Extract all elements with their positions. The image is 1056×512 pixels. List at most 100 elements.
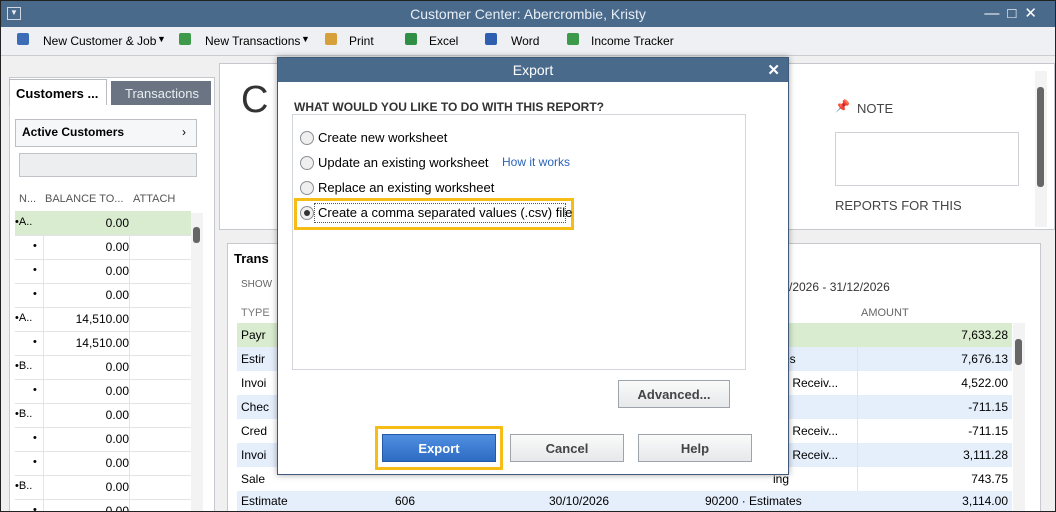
- radio-button[interactable]: [300, 131, 314, 145]
- pin-icon: 📌: [835, 99, 850, 113]
- col-balance[interactable]: BALANCE TO...: [45, 193, 123, 205]
- row-date: 30/10/2026: [549, 494, 610, 508]
- divider: [43, 427, 44, 451]
- row-num: 606: [395, 494, 416, 508]
- list-item[interactable]: • 0.00: [15, 499, 191, 512]
- row-name: •B..: [15, 480, 33, 492]
- col-type[interactable]: TYPE: [241, 307, 270, 319]
- export-dialog: Export ✕ WHAT WOULD YOU LIKE TO DO WITH …: [277, 57, 789, 475]
- advanced-button[interactable]: Advanced...: [618, 380, 730, 408]
- chevron-down-icon[interactable]: ▼: [301, 34, 310, 44]
- app-window: ▼ Customer Center: Abercrombie, Kristy —…: [0, 0, 1056, 512]
- tab-transactions[interactable]: Transactions: [111, 81, 211, 105]
- divider: [857, 395, 858, 419]
- cancel-button[interactable]: Cancel: [510, 434, 624, 462]
- row-balance: 14,510.00: [75, 336, 129, 350]
- transactions-scrollbar[interactable]: [1013, 323, 1025, 511]
- close-icon[interactable]: ✕: [767, 61, 780, 79]
- radio-button[interactable]: [300, 181, 314, 195]
- scroll-thumb[interactable]: [1037, 87, 1044, 187]
- col-amount[interactable]: AMOUNT: [861, 307, 909, 319]
- customer-name-heading: C: [241, 79, 269, 121]
- how-it-works-link[interactable]: How it works: [502, 155, 570, 169]
- row-name: •: [33, 240, 37, 252]
- toolbar: New Customer & Job ▼ New Transactions ▼ …: [1, 27, 1055, 56]
- help-button[interactable]: Help: [638, 434, 752, 462]
- row-name: •A..: [15, 312, 33, 324]
- radio-button-selected[interactable]: [300, 206, 314, 220]
- option-label: Create a comma separated values (.csv) f…: [318, 205, 573, 220]
- radio-button[interactable]: [300, 156, 314, 170]
- new-customer-job-button[interactable]: New Customer & Job: [43, 34, 156, 48]
- divider: [129, 235, 130, 259]
- divider: [129, 283, 130, 307]
- row-balance: 0.00: [105, 240, 129, 254]
- divider: [43, 259, 44, 283]
- row-account: 90200 · Estimates: [705, 494, 802, 508]
- chevron-down-icon[interactable]: ▼: [157, 34, 166, 44]
- table-row[interactable]: Estimate 606 30/10/2026 90200 · Estimate…: [237, 491, 1012, 511]
- row-type: Sale: [241, 472, 266, 486]
- window-controls[interactable]: —□✕: [984, 4, 1045, 22]
- col-attach[interactable]: ATTACH: [133, 193, 175, 205]
- row-balance: 0.00: [105, 264, 129, 278]
- row-balance: 14,510.00: [75, 312, 129, 326]
- scroll-thumb[interactable]: [1015, 339, 1022, 365]
- divider: [857, 323, 858, 347]
- income-tracker-icon: [567, 33, 579, 45]
- list-item[interactable]: •B.. 0.00: [15, 475, 191, 500]
- row-balance: 0.00: [105, 456, 129, 470]
- list-item[interactable]: • 0.00: [15, 235, 191, 260]
- list-item[interactable]: •B.. 0.00: [15, 355, 191, 380]
- row-type: Cred: [241, 424, 268, 438]
- excel-icon: [405, 33, 417, 45]
- option-label: Create new worksheet: [318, 130, 448, 145]
- info-scrollbar[interactable]: [1035, 71, 1047, 227]
- col-name[interactable]: N...: [19, 193, 36, 205]
- row-balance: 0.00: [105, 432, 129, 446]
- new-transactions-button[interactable]: New Transactions: [205, 34, 300, 48]
- window-title: Customer Center: Abercrombie, Kristy: [410, 6, 646, 22]
- row-name: •: [33, 384, 37, 396]
- list-item[interactable]: • 0.00: [15, 427, 191, 452]
- list-item[interactable]: • 14,510.00: [15, 331, 191, 356]
- row-name: •: [33, 288, 37, 300]
- row-amount: 4,522.00: [961, 376, 1008, 390]
- row-amount: 3,111.28: [963, 448, 1008, 462]
- list-item[interactable]: • 0.00: [15, 451, 191, 476]
- customer-filter-dropdown[interactable]: Active Customers ›: [15, 119, 197, 147]
- list-item[interactable]: • 0.00: [15, 259, 191, 284]
- excel-button[interactable]: Excel: [429, 34, 458, 48]
- divider: [43, 475, 44, 499]
- row-name: •: [33, 264, 37, 276]
- income-tracker-button[interactable]: Income Tracker: [591, 34, 674, 48]
- row-name: •: [33, 504, 37, 512]
- export-button[interactable]: Export: [382, 434, 496, 462]
- divider: [129, 331, 130, 355]
- export-question: WHAT WOULD YOU LIKE TO DO WITH THIS REPO…: [294, 100, 604, 114]
- row-balance: 0.00: [105, 408, 129, 422]
- row-amount: -711.15: [968, 400, 1008, 414]
- list-item[interactable]: •A.. 0.00: [15, 211, 191, 236]
- row-type: Payr: [241, 328, 266, 342]
- print-button[interactable]: Print: [349, 34, 374, 48]
- word-button[interactable]: Word: [511, 34, 539, 48]
- divider: [129, 499, 130, 511]
- list-item[interactable]: • 0.00: [15, 283, 191, 308]
- note-box[interactable]: [835, 132, 1019, 186]
- divider: [129, 355, 130, 379]
- divider: [857, 443, 858, 467]
- list-item[interactable]: •B.. 0.00: [15, 403, 191, 428]
- list-item[interactable]: •A.. 14,510.00: [15, 307, 191, 332]
- scroll-thumb[interactable]: [193, 227, 200, 243]
- list-item[interactable]: • 0.00: [15, 379, 191, 404]
- row-balance: 0.00: [105, 384, 129, 398]
- tab-customers[interactable]: Customers ...: [9, 79, 107, 105]
- transactions-tab[interactable]: Trans: [234, 251, 269, 266]
- row-name: •A..: [15, 216, 33, 228]
- customer-list-scrollbar[interactable]: [191, 213, 203, 511]
- row-name: •: [33, 432, 37, 444]
- row-amount: -711.15: [968, 424, 1008, 438]
- customer-search-input[interactable]: [19, 153, 197, 177]
- new-customer-icon: [17, 33, 29, 45]
